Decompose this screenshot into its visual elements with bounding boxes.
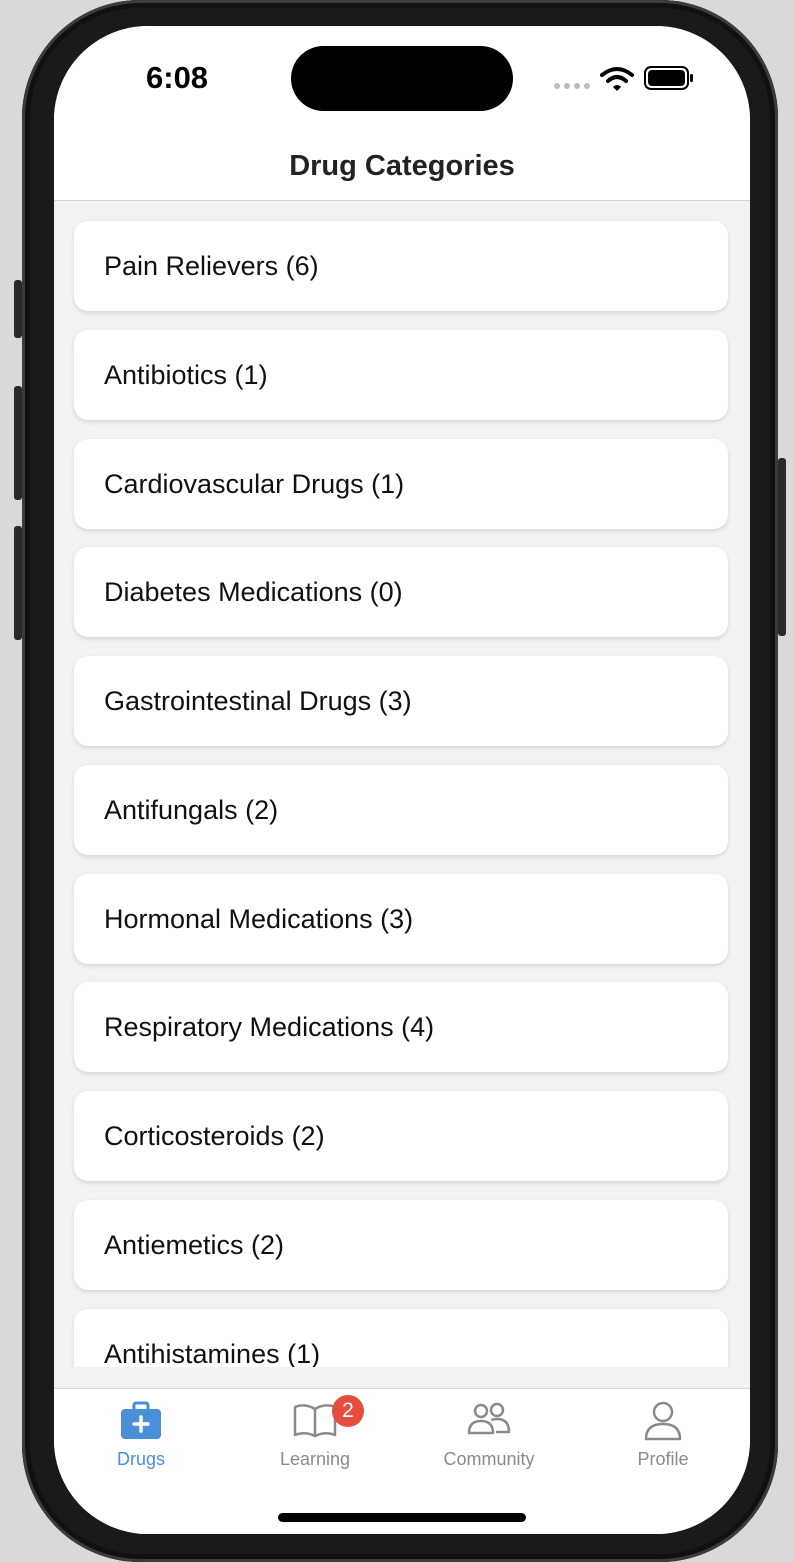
tab-label: Profile bbox=[637, 1449, 689, 1469]
status-bar: 6:08 bbox=[54, 26, 750, 136]
tab-community[interactable]: Community bbox=[402, 1389, 576, 1479]
power-button bbox=[778, 458, 786, 636]
notification-badge: 2 bbox=[332, 1395, 364, 1427]
medical-kit-icon bbox=[121, 1401, 161, 1439]
home-indicator[interactable] bbox=[278, 1513, 526, 1522]
category-label: Cardiovascular Drugs (1) bbox=[104, 468, 405, 499]
category-card-gastrointestinal-drugs[interactable]: Gastrointestinal Drugs (3) bbox=[74, 656, 728, 746]
category-label: Corticosteroids (2) bbox=[104, 1120, 325, 1151]
tab-learning[interactable]: 2 Learning bbox=[228, 1389, 402, 1479]
action-button bbox=[14, 280, 22, 338]
category-card-corticosteroids[interactable]: Corticosteroids (2) bbox=[74, 1091, 728, 1181]
category-label: Hormonal Medications (3) bbox=[104, 903, 414, 934]
category-card-antihistamines[interactable]: Antihistamines (1) bbox=[74, 1309, 728, 1367]
person-icon bbox=[644, 1401, 682, 1441]
tab-label: Drugs bbox=[116, 1449, 165, 1469]
people-icon bbox=[467, 1402, 511, 1435]
category-list[interactable]: Pain Relievers (6) Antibiotics (1) Cardi… bbox=[54, 201, 750, 1367]
dynamic-island bbox=[291, 46, 513, 111]
page-title: Drug Categories bbox=[289, 150, 515, 182]
category-card-cardiovascular-drugs[interactable]: Cardiovascular Drugs (1) bbox=[74, 439, 728, 529]
book-icon bbox=[293, 1404, 337, 1438]
category-card-pain-relievers[interactable]: Pain Relievers (6) bbox=[74, 221, 728, 311]
category-card-respiratory-medications[interactable]: Respiratory Medications (4) bbox=[74, 982, 728, 1072]
screen: 6:08 Drug Categories Pain Relievers (6) … bbox=[54, 26, 750, 1534]
category-card-hormonal-medications[interactable]: Hormonal Medications (3) bbox=[74, 874, 728, 964]
tab-bar: Drugs 2 Learning Community Profile bbox=[54, 1388, 750, 1534]
tab-label: Community bbox=[443, 1449, 535, 1469]
volume-down-button bbox=[14, 526, 22, 640]
status-time: 6:08 bbox=[146, 60, 209, 95]
category-label: Respiratory Medications (4) bbox=[104, 1011, 435, 1042]
navigation-header: Drug Categories bbox=[54, 136, 750, 201]
wifi-icon bbox=[600, 67, 634, 91]
category-label: Diabetes Medications (0) bbox=[104, 576, 403, 607]
category-label: Pain Relievers (6) bbox=[104, 250, 319, 281]
battery-icon bbox=[644, 66, 693, 90]
cellular-signal-icon bbox=[554, 83, 590, 89]
category-label: Antihistamines (1) bbox=[104, 1338, 321, 1368]
category-card-antifungals[interactable]: Antifungals (2) bbox=[74, 765, 728, 855]
category-card-antiemetics[interactable]: Antiemetics (2) bbox=[74, 1200, 728, 1290]
category-card-antibiotics[interactable]: Antibiotics (1) bbox=[74, 330, 728, 420]
category-label: Gastrointestinal Drugs (3) bbox=[104, 685, 412, 716]
category-label: Antibiotics (1) bbox=[104, 359, 268, 390]
category-label: Antiemetics (2) bbox=[104, 1229, 285, 1260]
tab-profile[interactable]: Profile bbox=[576, 1389, 750, 1479]
category-label: Antifungals (2) bbox=[104, 794, 279, 825]
tab-label: Learning bbox=[279, 1449, 351, 1469]
category-card-diabetes-medications[interactable]: Diabetes Medications (0) bbox=[74, 547, 728, 637]
volume-up-button bbox=[14, 386, 22, 500]
tab-drugs[interactable]: Drugs bbox=[54, 1389, 228, 1479]
